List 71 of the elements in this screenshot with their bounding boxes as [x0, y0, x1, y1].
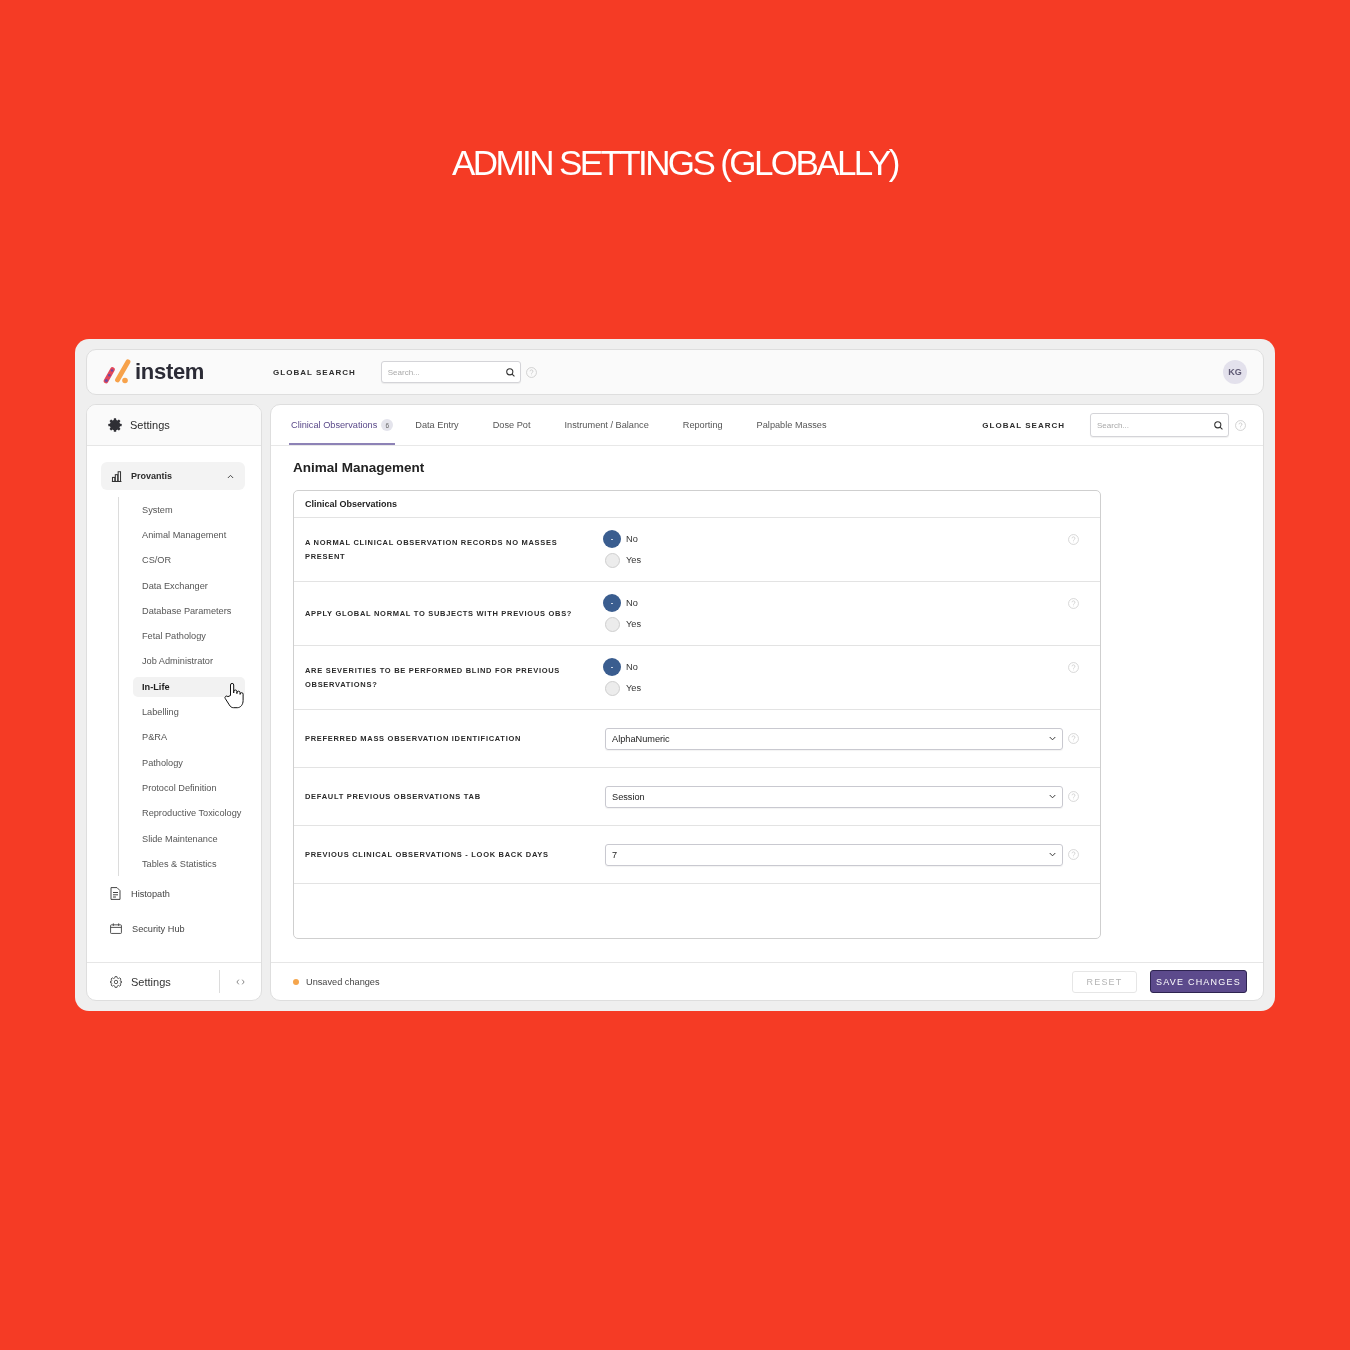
radio-button[interactable] — [604, 680, 620, 696]
select-field[interactable]: AlphaNumeric — [605, 727, 1063, 750]
radio-label[interactable]: No — [626, 534, 638, 544]
hand-cursor-icon — [224, 682, 244, 710]
status-dot-icon — [293, 978, 299, 985]
sidebar-item[interactable]: Job Administrator — [133, 651, 245, 672]
sidebar-item[interactable]: Database Parameters — [133, 600, 245, 621]
sidebar-link[interactable]: Histopath — [110, 876, 170, 912]
select-field[interactable]: Session — [605, 785, 1063, 808]
radio-label[interactable]: No — [626, 662, 638, 672]
sidebar-item[interactable]: Animal Management — [133, 524, 245, 545]
logo-mark-icon — [103, 359, 131, 385]
radio-button[interactable] — [604, 616, 620, 632]
help-icon[interactable] — [1068, 849, 1079, 860]
tab[interactable]: Reporting — [680, 405, 725, 445]
sidebar-item[interactable]: CS/OR — [133, 550, 245, 571]
chevron-down-icon — [1049, 794, 1056, 799]
section-heading: Animal Management — [293, 460, 425, 476]
sidebar-item[interactable]: Pathology — [133, 752, 245, 773]
radio-label[interactable]: Yes — [626, 619, 641, 629]
sidebar-group[interactable]: Provantis — [101, 462, 245, 490]
sidebar-item[interactable]: Slide Maintenance — [133, 828, 245, 849]
tab[interactable]: Palpable Masses — [754, 405, 829, 445]
sidebar-item[interactable]: Tables & Statistics — [133, 853, 245, 874]
card-title: Clinical Observations — [305, 499, 398, 509]
gear-icon — [110, 975, 122, 988]
logo-wordmark: instem — [135, 359, 205, 385]
help-icon[interactable] — [1068, 733, 1079, 744]
search-icon — [505, 367, 515, 377]
tab[interactable]: Instrument / Balance — [562, 405, 651, 445]
search-label: GLOBAL SEARCH — [273, 367, 356, 377]
help-icon[interactable] — [1068, 598, 1079, 609]
sidebar-link[interactable]: Security Hub — [110, 911, 185, 947]
document-icon — [110, 887, 121, 901]
sidebar-title: Settings — [130, 419, 170, 431]
radio-button[interactable] — [604, 552, 620, 568]
sidebar-item[interactable]: Data Exchanger — [133, 575, 245, 596]
sidebar-item[interactable]: Labelling — [133, 702, 245, 722]
page-title: ADMIN SETTINGS (GLOBALLY) — [452, 143, 898, 183]
calendar-icon — [110, 923, 122, 935]
radio-button[interactable] — [603, 594, 621, 612]
tab[interactable]: Data Entry — [413, 405, 461, 445]
help-icon[interactable] — [1235, 419, 1246, 431]
chevron-down-icon — [1049, 852, 1056, 857]
radio-label[interactable]: Yes — [626, 683, 641, 693]
sidebar-item[interactable]: Fetal Pathology — [133, 626, 245, 647]
help-icon[interactable] — [1068, 534, 1079, 545]
select-field[interactable]: 7 — [605, 843, 1063, 866]
help-icon[interactable] — [1068, 662, 1079, 673]
search-label: GLOBAL SEARCH — [982, 420, 1065, 430]
chevrons-icon[interactable] — [236, 978, 245, 985]
sidebar-item[interactable]: P&RA — [133, 727, 245, 748]
status-text: Unsaved changes — [306, 976, 380, 987]
radio-label[interactable]: No — [626, 598, 638, 608]
tab[interactable]: Dose Pot — [490, 405, 533, 445]
user-avatar[interactable]: KG — [1223, 360, 1247, 384]
help-icon[interactable] — [1068, 791, 1079, 802]
settings-link[interactable]: Settings — [110, 975, 171, 988]
sidebar-item[interactable]: Reproductive Toxicology — [133, 803, 245, 824]
chevron-up-icon — [227, 473, 234, 479]
sidebar-item[interactable]: Protocol Definition — [133, 777, 245, 798]
sidebar-item[interactable]: System — [133, 499, 245, 520]
gear-icon — [108, 418, 122, 432]
radio-label[interactable]: Yes — [626, 555, 641, 565]
help-icon[interactable] — [525, 366, 537, 378]
search-icon — [1214, 420, 1223, 430]
radio-button[interactable] — [603, 530, 621, 548]
chevron-down-icon — [1049, 736, 1056, 741]
bar-chart-icon — [111, 470, 122, 482]
radio-button[interactable] — [603, 658, 621, 676]
save-button[interactable]: SAVE CHANGES — [1150, 970, 1247, 993]
